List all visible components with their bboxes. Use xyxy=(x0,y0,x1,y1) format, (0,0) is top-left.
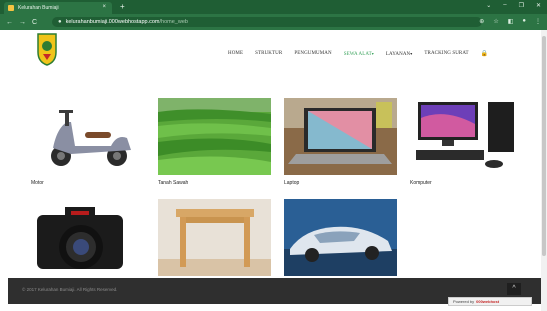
new-tab-button[interactable]: + xyxy=(120,2,125,11)
browser-tab-strip: Kelurahan Bumiaji × + ⌄ – ❐ ✕ xyxy=(0,0,547,14)
product-name[interactable]: Tanah Sawah xyxy=(158,180,188,186)
product-name[interactable]: Komputer xyxy=(410,180,432,186)
address-bar-row: ← → C ● kelurahanbumiaji.000webhostapp.c… xyxy=(0,14,547,30)
tab-search-icon[interactable]: ⌄ xyxy=(486,2,491,9)
close-window-icon[interactable]: ✕ xyxy=(536,2,541,9)
url-field[interactable]: ● kelurahanbumiaji.000webhostapp.com /ho… xyxy=(52,17,482,27)
logo-emblem-icon[interactable] xyxy=(36,32,58,66)
table-image xyxy=(158,199,271,276)
back-icon[interactable]: ← xyxy=(6,19,13,26)
bookmark-star-icon[interactable]: ☆ xyxy=(493,18,498,25)
url-host: kelurahanbumiaji.000webhostapp.com xyxy=(65,19,160,25)
nav-pengumuman[interactable]: PENGUMUMAN xyxy=(294,51,331,56)
browser-toolbar-icons: ⊕ ☆ ◧ ● ⋮ xyxy=(479,18,541,25)
reload-icon[interactable]: C xyxy=(32,19,37,26)
nav-home[interactable]: HOME xyxy=(228,51,243,56)
scrollbar-thumb[interactable] xyxy=(542,36,546,256)
lock-icon[interactable]: 🔒 xyxy=(481,50,488,57)
chevron-down-icon: ▾ xyxy=(371,50,374,56)
badge-brand: 000webhost xyxy=(476,299,500,304)
nav-tracking-surat[interactable]: TRACKING SURAT xyxy=(424,51,468,56)
product-name[interactable]: Motor xyxy=(31,180,44,186)
lock-icon: ● xyxy=(58,19,62,25)
chevron-down-icon: ▾ xyxy=(410,50,413,56)
nav-layanan[interactable]: LAYANAN▾ xyxy=(386,51,413,57)
minimize-icon[interactable]: – xyxy=(503,2,506,9)
maximize-icon[interactable]: ❐ xyxy=(519,2,524,9)
scroll-to-top-button[interactable]: ^ xyxy=(507,283,521,295)
forward-icon[interactable]: → xyxy=(19,19,26,26)
badge-prefix: Powered by xyxy=(453,299,475,304)
window-controls: ⌄ – ❐ ✕ xyxy=(486,2,541,9)
laptop-image xyxy=(284,98,397,175)
nav-struktur[interactable]: STRUKTUR xyxy=(255,51,282,56)
product-name[interactable]: Laptop xyxy=(284,180,299,186)
hosting-badge[interactable]: Powered by 000webhost xyxy=(448,297,532,306)
nav-layanan-label: LAYANAN xyxy=(385,51,411,57)
scooter-image xyxy=(31,98,144,175)
nav-sewa-alat-label: SEWA ALAT xyxy=(343,51,372,57)
favicon-icon xyxy=(8,5,14,11)
profile-icon[interactable]: ● xyxy=(522,18,526,25)
nav-sewa-alat[interactable]: SEWA ALAT▾ xyxy=(344,51,374,57)
sidebar-icon[interactable]: ◧ xyxy=(508,18,514,25)
tab-title: Kelurahan Bumiaji xyxy=(18,5,59,11)
main-nav: HOME STRUKTUR PENGUMUMAN SEWA ALAT▾ LAYA… xyxy=(228,50,488,58)
camera-image xyxy=(31,199,144,276)
share-icon[interactable]: ⊕ xyxy=(479,18,484,25)
rice-field-image xyxy=(158,98,271,175)
car-image xyxy=(284,199,397,276)
browser-tab[interactable]: Kelurahan Bumiaji × xyxy=(4,2,112,14)
copyright-text: © 2017 Kelurahan Bumiaji. All Rights Res… xyxy=(22,287,118,292)
menu-icon[interactable]: ⋮ xyxy=(535,18,541,25)
close-tab-icon[interactable]: × xyxy=(102,4,106,10)
computer-image xyxy=(410,98,523,175)
url-path: /home_web xyxy=(159,19,188,25)
